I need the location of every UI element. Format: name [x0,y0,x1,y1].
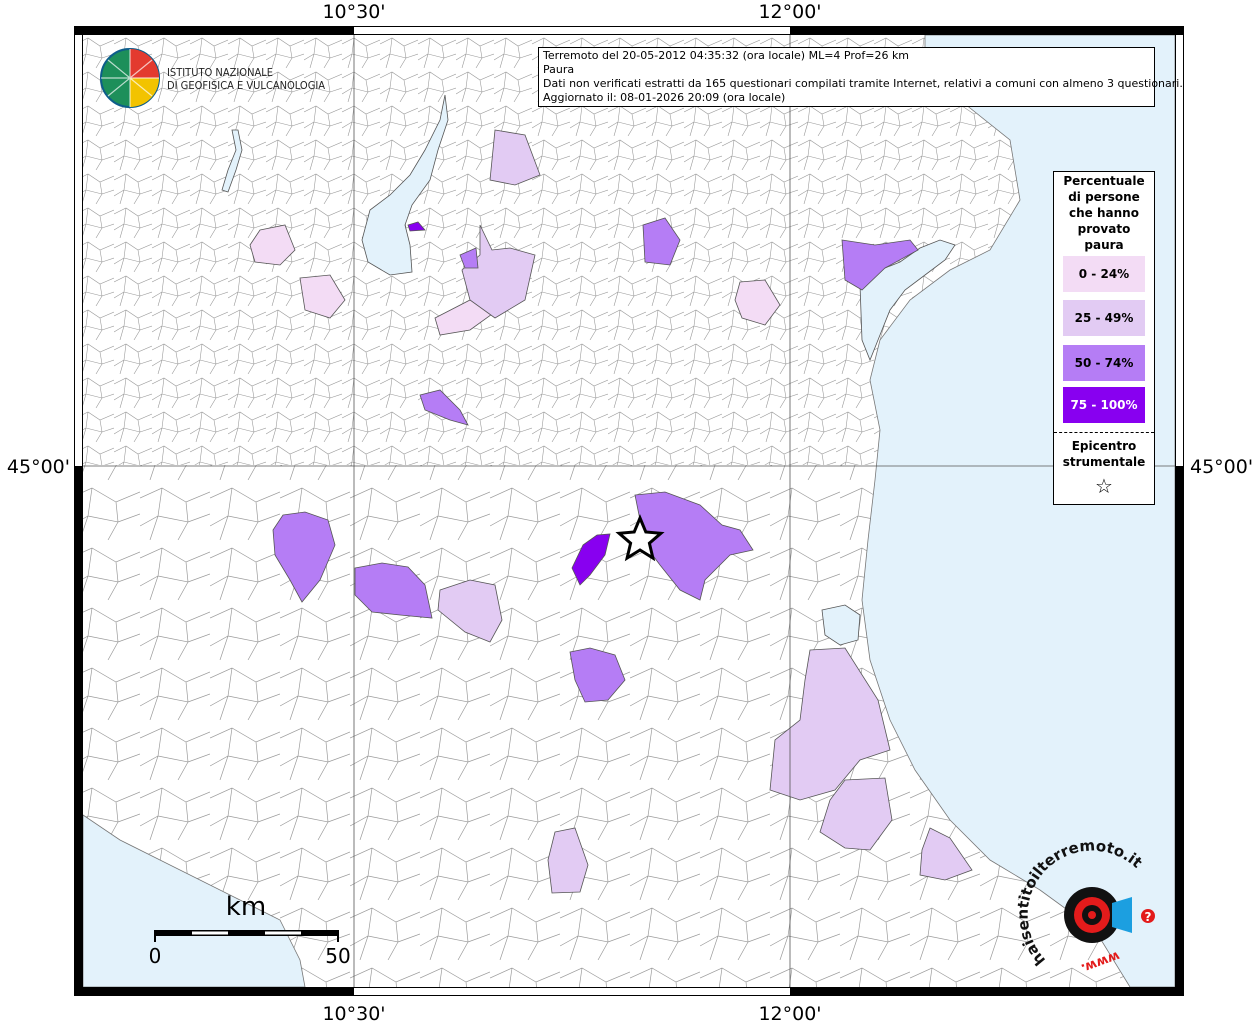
logo-line1: ISTITUTO NAZIONALE [167,66,273,79]
bottom-lon-label-left: 10°30' [322,1003,385,1024]
right-lat-label: 45°00' [1190,456,1253,478]
legend-star-icon: ☆ [1095,474,1113,498]
event-title: Terremoto del 20-05-2012 04:35:32 (ora l… [543,49,910,62]
legend-item-50-74: 50 - 74% [1063,345,1145,381]
intensity-map: 10°30' 12°00' 10°30' 12°00' 45°00' 45°00… [7,1,1253,1024]
scale-min: 0 [149,944,162,968]
event-info-box: Terremoto del 20-05-2012 04:35:32 (ora l… [538,47,1183,107]
event-subtitle: Paura [543,63,575,76]
legend-title: Percentuale di persone che hanno provato… [1063,174,1145,252]
watermark-question: ? [1145,910,1152,924]
top-lon-label-right: 12°00' [758,1,821,23]
legend-item-75-100: 75 - 100% [1063,387,1145,423]
legend-item-0-24: 0 - 24% [1063,256,1145,292]
bottom-lon-label-right: 12°00' [758,1003,821,1024]
logo-line2: DI GEOFISICA E VULCANOLOGIA [167,79,325,92]
left-lat-label: 45°00' [7,456,70,478]
legend: Percentuale di persone che hanno provato… [1053,171,1155,505]
scale-max: 50 [325,944,350,968]
legend-epicenter-label: Epicentro strumentale [1062,439,1146,469]
legend-separator [1054,432,1154,433]
event-note: Dati non verificati estratti da 165 ques… [543,77,1183,90]
event-updated: Aggiornato il: 08-01-2026 20:09 (ora loc… [543,91,786,104]
scale-unit: km [226,892,266,922]
top-lon-label-left: 10°30' [322,1,385,23]
legend-item-25-49: 25 - 49% [1063,300,1145,336]
